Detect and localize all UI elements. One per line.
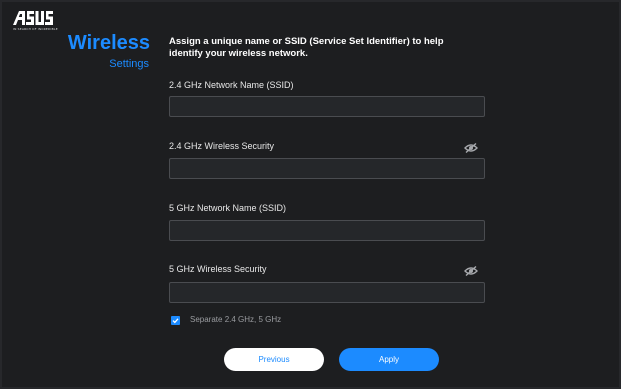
intro-text: Assign a unique name or SSID (Service Se…: [169, 36, 444, 59]
apply-button[interactable]: Apply: [339, 348, 439, 371]
security-24-input[interactable]: [169, 158, 485, 179]
eye-off-icon[interactable]: [464, 263, 478, 277]
ssid-24-input[interactable]: [169, 96, 485, 117]
check-icon: [172, 318, 179, 324]
security-24-label: 2.4 GHz Wireless Security: [169, 141, 275, 151]
page-subtitle: Settings: [109, 58, 149, 70]
security-5-input[interactable]: [169, 282, 485, 303]
separate-bands-label: Separate 2.4 GHz, 5 GHz: [190, 315, 282, 324]
previous-button[interactable]: Previous: [224, 348, 324, 371]
separate-bands-checkbox[interactable]: [171, 316, 180, 325]
page-title: Wireless: [67, 32, 150, 54]
eye-off-icon[interactable]: [464, 140, 478, 154]
logo-tagline: IN SEARCH OF INCREDIBLE: [13, 27, 58, 31]
ssid-5-label: 5 GHz Network Name (SSID): [169, 203, 287, 213]
ssid-24-label: 2.4 GHz Network Name (SSID): [169, 80, 294, 90]
security-5-label: 5 GHz Wireless Security: [169, 264, 267, 274]
setup-window: IN SEARCH OF INCREDIBLE Wireless Setting…: [2, 2, 619, 387]
ssid-5-input[interactable]: [169, 220, 485, 241]
